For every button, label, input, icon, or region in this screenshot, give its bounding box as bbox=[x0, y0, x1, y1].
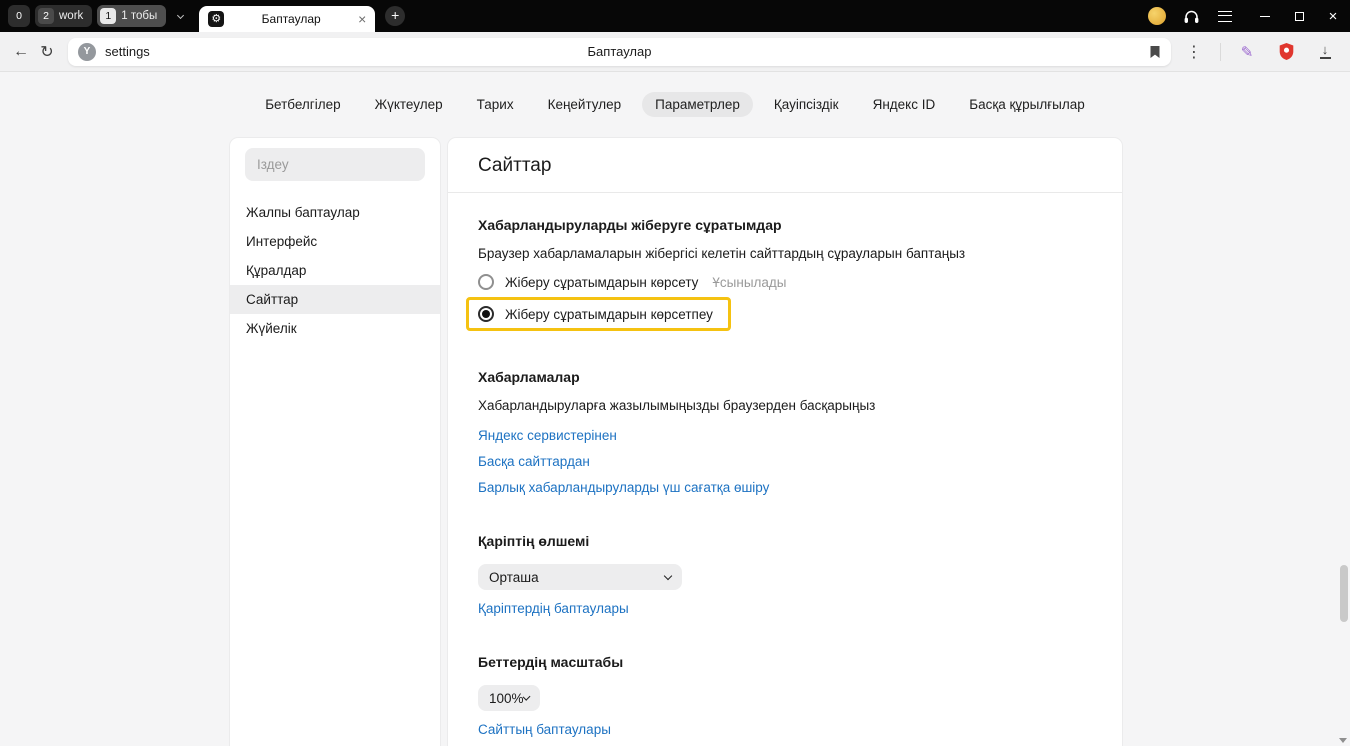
headphones-icon[interactable] bbox=[1183, 9, 1200, 24]
toolbar-divider bbox=[1220, 43, 1221, 61]
settings-body: Хабарландыруларды жіберуге сұратымдар Бр… bbox=[448, 217, 1122, 737]
section-heading-push-requests: Хабарландыруларды жіберуге сұратымдар bbox=[478, 217, 1092, 233]
radio-option-hide-requests[interactable]: Жіберу сұратымдарын көрсетпеу bbox=[478, 306, 713, 322]
back-button[interactable]: ← bbox=[8, 39, 34, 65]
link-mute-all-3h[interactable]: Барлық хабарландыруларды үш сағатқа өшір… bbox=[478, 480, 769, 495]
sidebar-item-sites[interactable]: Сайттар bbox=[230, 285, 440, 314]
notifications-description: Хабарландыруларға жазылымыңызды браузерд… bbox=[478, 398, 1092, 413]
chevron-down-icon bbox=[664, 572, 672, 580]
radio-dot bbox=[482, 310, 490, 318]
recommended-badge: Ұсынылады bbox=[712, 275, 786, 290]
close-icon[interactable]: × bbox=[358, 12, 366, 26]
tab-group-work[interactable]: 2 work bbox=[35, 5, 92, 27]
sidebar-list: Жалпы баптаулар Интерфейс Құралдар Сайтт… bbox=[230, 198, 440, 343]
sidebar-item-interface[interactable]: Интерфейс bbox=[230, 227, 440, 256]
radio-icon-unselected[interactable] bbox=[478, 274, 494, 290]
settings-content: Сайттар Хабарландыруларды жіберуге сұрат… bbox=[448, 138, 1122, 746]
download-bar bbox=[1320, 57, 1331, 59]
scrollbar-thumb[interactable] bbox=[1340, 565, 1348, 622]
plus-icon: + bbox=[391, 7, 399, 23]
chevron-down-icon bbox=[177, 11, 184, 18]
nav-bookmarks[interactable]: Бетбелгілер bbox=[252, 92, 353, 117]
nav-other-devices[interactable]: Басқа құрылғылар bbox=[956, 92, 1098, 117]
select-value: Орташа bbox=[489, 570, 539, 585]
window-close-button[interactable]: × bbox=[1316, 0, 1350, 32]
window-titlebar: 0 2 work 1 1 тобы ⚙ Баптаулар × + × bbox=[0, 0, 1350, 32]
kebab-menu-icon[interactable]: ⋮ bbox=[1181, 39, 1207, 65]
maximize-icon bbox=[1295, 12, 1304, 21]
tab-group-count: 2 bbox=[38, 8, 54, 24]
protect-shield-icon[interactable] bbox=[1273, 39, 1299, 65]
maximize-button[interactable] bbox=[1282, 0, 1316, 32]
font-size-select[interactable]: Орташа bbox=[478, 564, 682, 590]
radio-icon-selected[interactable] bbox=[478, 306, 494, 322]
sidebar-item-general[interactable]: Жалпы баптаулар bbox=[230, 198, 440, 227]
radio-label: Жіберу сұратымдарын көрсетпеу bbox=[505, 307, 713, 322]
tab-title: Баптаулар bbox=[224, 12, 358, 26]
section-heading-font-size: Қаріптің өлшемі bbox=[478, 533, 1092, 549]
settings-page: Бетбелгілер Жүктеулер Тарих Кеңейтулер П… bbox=[0, 73, 1350, 746]
nav-downloads[interactable]: Жүктеулер bbox=[362, 92, 456, 117]
refresh-button[interactable]: ↻ bbox=[34, 39, 60, 65]
link-other-sites[interactable]: Басқа сайттардан bbox=[478, 454, 590, 469]
radio-label: Жіберу сұратымдарын көрсету bbox=[505, 275, 698, 290]
browser-toolbar: ← ↻ Y settings Баптаулар ⋮ ✎ ↓ bbox=[0, 32, 1350, 72]
push-requests-description: Браузер хабарламаларын жібергісі келетін… bbox=[478, 246, 1092, 261]
nav-yandex-id[interactable]: Яндекс ID bbox=[860, 92, 949, 117]
nav-extensions[interactable]: Кеңейтулер bbox=[535, 92, 635, 117]
tab-group-collapsed[interactable]: 0 bbox=[8, 5, 30, 27]
address-bar[interactable]: Y settings Баптаулар bbox=[68, 38, 1171, 66]
download-icon[interactable]: ↓ bbox=[1312, 39, 1338, 65]
toolbar-actions: ⋮ ✎ ↓ bbox=[1181, 39, 1338, 65]
section-heading-notifications: Хабарламалар bbox=[478, 369, 1092, 385]
avatar[interactable] bbox=[1148, 7, 1166, 25]
minimize-icon bbox=[1260, 16, 1270, 17]
gear-icon: ⚙ bbox=[208, 11, 224, 27]
url-text: settings bbox=[105, 44, 150, 59]
bookmark-icon[interactable] bbox=[1149, 45, 1161, 59]
page-title: Сайттар bbox=[448, 138, 1122, 193]
tab-group-label: 1 тобы bbox=[121, 10, 157, 22]
tab-group-label: work bbox=[59, 10, 83, 22]
download-arrow: ↓ bbox=[1322, 45, 1329, 55]
menu-icon[interactable] bbox=[1218, 11, 1232, 22]
tab-group-count: 0 bbox=[16, 8, 22, 24]
tab-group-chevron-down-icon[interactable] bbox=[171, 5, 189, 27]
sidebar-item-system[interactable]: Жүйелік bbox=[230, 314, 440, 343]
tab-settings[interactable]: ⚙ Баптаулар × bbox=[199, 6, 375, 32]
site-icon: Y bbox=[78, 43, 96, 61]
new-tab-button[interactable]: + bbox=[385, 6, 405, 26]
link-site-settings[interactable]: Сайттың баптаулары bbox=[478, 722, 611, 737]
settings-nav: Бетбелгілер Жүктеулер Тарих Кеңейтулер П… bbox=[0, 73, 1350, 117]
nav-settings[interactable]: Параметрлер bbox=[642, 92, 753, 117]
refresh-icon: ↻ bbox=[40, 42, 53, 62]
page-zoom-select[interactable]: 100% bbox=[478, 685, 540, 711]
settings-sidebar: Жалпы баптаулар Интерфейс Құралдар Сайтт… bbox=[230, 138, 440, 746]
sidebar-item-tools[interactable]: Құралдар bbox=[230, 256, 440, 285]
section-heading-page-zoom: Беттердің масштабы bbox=[478, 654, 1092, 670]
search-input[interactable] bbox=[245, 157, 425, 172]
window-close-icon: × bbox=[1329, 9, 1338, 24]
link-font-settings[interactable]: Қаріптердің баптаулары bbox=[478, 601, 629, 616]
titlebar-right-cluster: × bbox=[1148, 0, 1350, 32]
tab-group-count: 1 bbox=[100, 8, 116, 24]
minimize-button[interactable] bbox=[1248, 0, 1282, 32]
edit-pencil-icon[interactable]: ✎ bbox=[1234, 39, 1260, 65]
select-value: 100% bbox=[489, 691, 524, 706]
back-icon: ← bbox=[13, 43, 29, 61]
nav-history[interactable]: Тарих bbox=[464, 92, 527, 117]
page-title-center: Баптаулар bbox=[68, 44, 1171, 59]
tab-group-active[interactable]: 1 1 тобы bbox=[97, 5, 166, 27]
search-box[interactable] bbox=[245, 148, 425, 181]
nav-security[interactable]: Қауіпсіздік bbox=[761, 92, 852, 117]
scrollbar-down-arrow[interactable] bbox=[1339, 738, 1347, 743]
highlight-box: Жіберу сұратымдарын көрсетпеу bbox=[466, 297, 731, 331]
link-yandex-services[interactable]: Яндекс сервистерінен bbox=[478, 428, 617, 443]
radio-option-show-requests[interactable]: Жіберу сұратымдарын көрсету Ұсынылады bbox=[478, 274, 1092, 290]
